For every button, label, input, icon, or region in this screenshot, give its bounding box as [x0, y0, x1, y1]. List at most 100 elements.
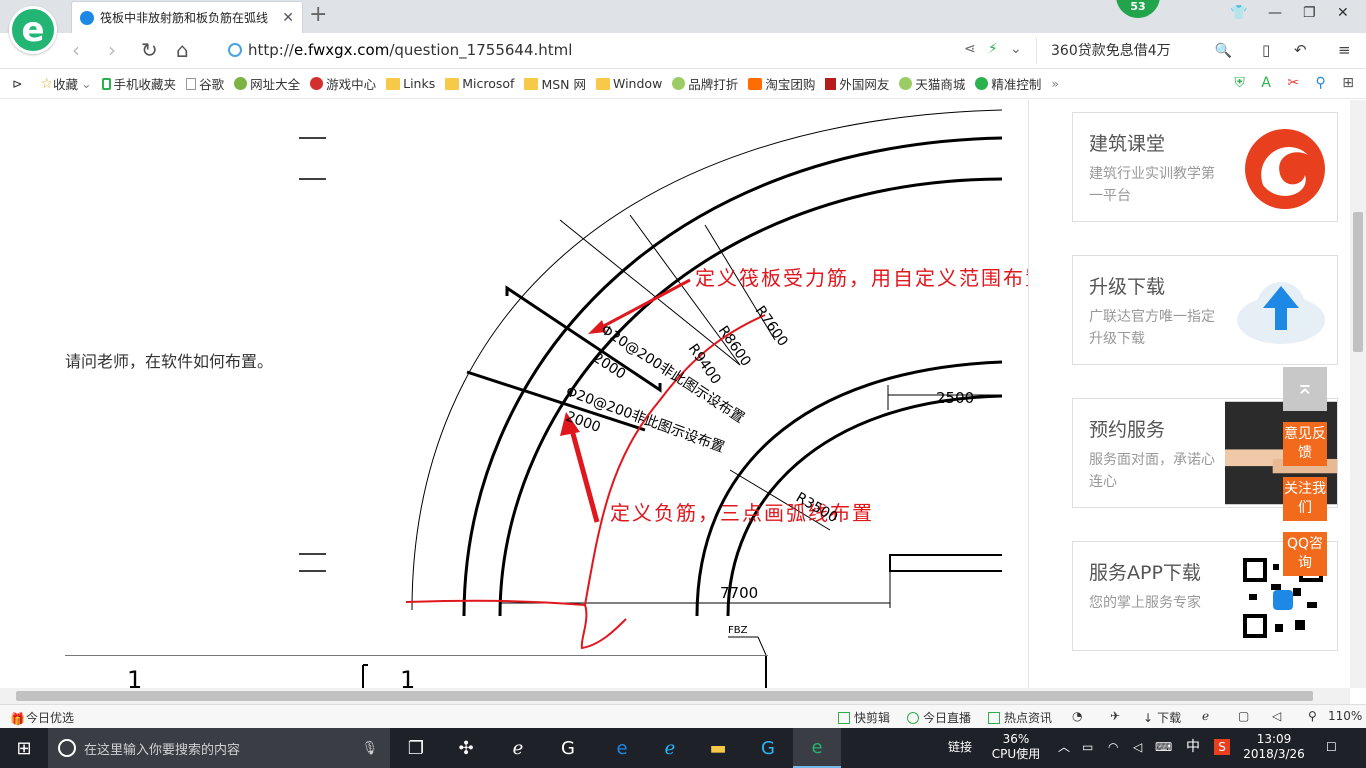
mute-icon[interactable]: ◁: [1272, 709, 1281, 723]
bookmark-item[interactable]: Window: [596, 76, 662, 91]
glodon-icon[interactable]: G: [544, 728, 592, 768]
ime-indicator[interactable]: 中: [1186, 740, 1200, 755]
microphone-icon[interactable]: 🎙: [361, 741, 378, 756]
notification-center-icon[interactable]: ☐: [1326, 740, 1337, 755]
card-desc: 建筑行业实训教学第一平台: [1089, 166, 1215, 204]
volume-icon[interactable]: ◁: [1133, 740, 1142, 755]
scissors-icon[interactable]: ✂: [1287, 75, 1299, 91]
feedback-button[interactable]: 意见反馈: [1283, 422, 1327, 466]
follow-us-button[interactable]: 关注我们: [1283, 477, 1327, 521]
status-label: 今日直播: [923, 711, 972, 725]
share-icon[interactable]: ⋖: [964, 41, 976, 57]
chevron-down-icon[interactable]: ⌄: [81, 76, 91, 91]
back-button[interactable]: ‹: [72, 39, 80, 61]
bookmark-item[interactable]: 天猫商城: [899, 74, 965, 93]
chevron-up-icon[interactable]: ︿: [1058, 740, 1070, 755]
status-label: 下载: [1157, 711, 1182, 725]
new-tab-button[interactable]: +: [309, 4, 327, 26]
pin-icon[interactable]: ✈: [1110, 709, 1120, 723]
bookmark-item[interactable]: 谷歌: [186, 74, 224, 93]
speed-mode-icon[interactable]: ⚡: [988, 41, 998, 57]
shirt-skin-icon[interactable]: 👕: [1230, 5, 1247, 21]
card-desc: 广联达官方唯一指定升级下载: [1089, 309, 1215, 347]
home-button[interactable]: ⌂: [176, 39, 189, 61]
edge-icon[interactable]: e: [598, 728, 646, 768]
scrollbar-thumb[interactable]: [16, 691, 1313, 701]
bookmark-item[interactable]: Microsof: [445, 76, 514, 91]
translate-icon[interactable]: A: [1261, 75, 1271, 91]
qq-consult-button[interactable]: QQ咨询: [1283, 532, 1327, 576]
fan-app-icon[interactable]: ✣: [442, 728, 490, 768]
zoom-icon[interactable]: ⚲: [1308, 709, 1317, 723]
arc-thick-1: [462, 136, 1003, 617]
battery-icon[interactable]: ▭: [1082, 740, 1093, 755]
card-building-class[interactable]: 建筑课堂 建筑行业实训教学第一平台: [1072, 112, 1338, 222]
taskbar-search[interactable]: 在这里输入你要搜索的内容 🎙: [48, 728, 390, 768]
apps-grid-icon[interactable]: ⊞: [1342, 75, 1354, 91]
keyboard-icon[interactable]: ⌨: [1155, 740, 1172, 755]
browser-logo-icon[interactable]: e: [9, 6, 57, 54]
ie-icon[interactable]: ℯ: [494, 728, 542, 768]
restore-button[interactable]: ❐: [1303, 5, 1316, 21]
menu-icon[interactable]: ≡: [1338, 41, 1351, 59]
bookmark-item[interactable]: 精准控制: [975, 74, 1041, 93]
horizontal-scrollbar[interactable]: [0, 688, 1350, 704]
zoom-level[interactable]: 110%: [1328, 709, 1362, 723]
cpu-meter[interactable]: 36% CPU使用: [990, 732, 1042, 762]
wifi-icon[interactable]: ◠: [1108, 740, 1118, 755]
bookmark-item[interactable]: 手机收藏夹: [101, 74, 176, 93]
back-to-top-button[interactable]: ⌅: [1283, 367, 1327, 411]
shield-icon[interactable]: ⛨: [1234, 75, 1245, 91]
folder-icon: [386, 77, 401, 90]
bookmark-item[interactable]: Links: [386, 76, 435, 91]
status-item[interactable]: 热点资讯: [988, 709, 1052, 726]
bookmark-item[interactable]: 游戏中心: [310, 74, 376, 93]
bookmark-item[interactable]: 淘宝团购: [748, 74, 815, 93]
more-bookmarks-icon[interactable]: »: [1051, 76, 1059, 91]
status-item[interactable]: 快剪辑: [838, 709, 890, 726]
tab-close-icon[interactable]: ✕: [282, 10, 294, 26]
status-item[interactable]: 今日直播: [907, 709, 971, 726]
reload-button[interactable]: ↻: [141, 39, 158, 61]
today-picks[interactable]: 🎁 今日优选: [10, 709, 74, 726]
bookmark-item[interactable]: 网址大全: [234, 74, 300, 93]
clock[interactable]: 13:09 2018/3/26: [1240, 732, 1308, 762]
search-icon[interactable]: 🔍: [1215, 38, 1232, 64]
url-field[interactable]: http://e.fwxgx.com/question_1755644.html: [248, 41, 572, 59]
speed-icon[interactable]: ◔: [1072, 709, 1082, 723]
live-icon: [907, 711, 919, 724]
scrollbar-thumb[interactable]: [1353, 212, 1363, 352]
chevron-down-icon[interactable]: ⌄: [1010, 41, 1022, 57]
glodon-blue-icon[interactable]: G: [744, 728, 792, 768]
magnifier-icon[interactable]: ⚲: [1316, 75, 1326, 91]
file-explorer-icon[interactable]: ▬: [694, 728, 742, 768]
ie-mode-icon[interactable]: ℯ: [1202, 709, 1209, 723]
bookmark-item[interactable]: 外国网友: [825, 74, 889, 93]
window-icon[interactable]: ▢: [1238, 709, 1249, 723]
sidebar-toggle-icon[interactable]: ⊳: [12, 76, 22, 91]
cortana-icon: [58, 739, 76, 757]
bookmark-item[interactable]: 品牌打折: [672, 74, 738, 93]
undo-close-icon[interactable]: ↶: [1294, 41, 1307, 59]
tab-active[interactable]: 筏板中非放射筋和板负筋在弧线 ✕: [71, 1, 303, 33]
notification-badge[interactable]: 53: [1116, 0, 1160, 18]
security-shield-icon[interactable]: [228, 43, 242, 57]
clip-icon: [838, 711, 850, 724]
internet-explorer-icon[interactable]: ℯ: [646, 728, 694, 768]
tab-favicon-icon: [80, 10, 94, 25]
browser-360-icon[interactable]: e: [793, 728, 841, 768]
forward-button[interactable]: ›: [108, 39, 116, 61]
vertical-scrollbar[interactable]: [1350, 100, 1366, 688]
bookmark-item[interactable]: MSN 网: [524, 74, 586, 93]
download-button[interactable]: ↓ 下载: [1143, 709, 1181, 726]
close-window-button[interactable]: ✕: [1337, 5, 1349, 21]
search-input[interactable]: 360贷款免息借4万 🔍: [1036, 38, 1240, 64]
card-upgrade-download[interactable]: 升级下载 广联达官方唯一指定升级下载: [1072, 255, 1338, 365]
bookmark-item[interactable]: ☆ 收藏 ⌄: [40, 74, 91, 93]
task-view-icon[interactable]: ❐: [392, 728, 440, 768]
mobile-icon[interactable]: ▯: [1262, 41, 1270, 59]
sogou-icon[interactable]: S: [1214, 739, 1230, 755]
minimize-button[interactable]: —: [1268, 5, 1282, 21]
start-button[interactable]: ⊞: [0, 728, 48, 768]
tray-link[interactable]: 链接: [948, 740, 972, 755]
